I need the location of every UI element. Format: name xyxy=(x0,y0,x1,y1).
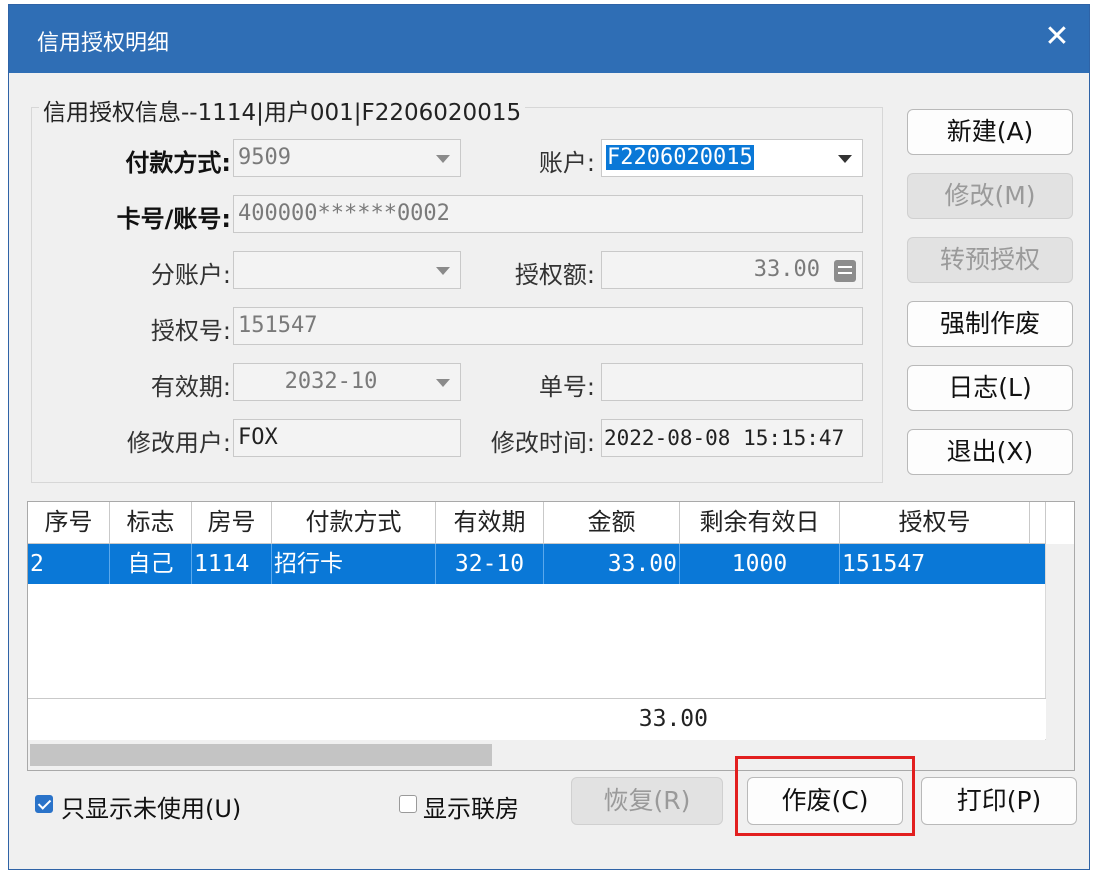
col-header-filler xyxy=(1030,502,1046,544)
dropdown-arrow-icon[interactable] xyxy=(424,364,460,400)
show-linked-label[interactable]: 显示联房 xyxy=(423,789,519,824)
expiry-select[interactable]: 2032-10 xyxy=(233,363,461,401)
cell-auth-no: 151547 xyxy=(842,551,926,577)
auth-amount-label: 授权额: xyxy=(514,261,595,289)
print-button[interactable]: 打印(P) xyxy=(921,777,1077,825)
col-header-room[interactable]: 房号 xyxy=(192,502,272,544)
grid-total-row: 33.00 xyxy=(28,698,1046,739)
cell-flag: 自己 xyxy=(110,544,192,584)
sub-account-select[interactable] xyxy=(233,251,461,289)
col-header-amount[interactable]: 金额 xyxy=(544,502,680,544)
force-void-button[interactable]: 强制作废 xyxy=(907,301,1073,347)
pre-auth-button[interactable]: 转预授权 xyxy=(907,237,1073,283)
auth-amount-field[interactable]: 33.00 xyxy=(601,251,863,289)
auth-grid[interactable]: 序号 标志 房号 付款方式 有效期 金额 剩余有效日 授权号 2 自己 1114… xyxy=(27,501,1075,771)
scrollbar-thumb[interactable] xyxy=(30,744,492,766)
log-button[interactable]: 日志(L) xyxy=(907,365,1073,411)
dropdown-arrow-icon[interactable] xyxy=(424,252,460,288)
cell-seq: 2 xyxy=(28,544,110,584)
total-amount: 33.00 xyxy=(638,706,708,732)
title-bar: 信用授权明细 ✕ xyxy=(9,5,1089,73)
dropdown-arrow-icon[interactable] xyxy=(424,140,460,176)
col-header-seq[interactable]: 序号 xyxy=(28,502,110,544)
account-select[interactable]: F2206020015 xyxy=(601,139,863,177)
cell-expiry: 32-10 xyxy=(436,544,544,584)
close-icon[interactable]: ✕ xyxy=(1039,19,1075,55)
payment-method-select[interactable]: 9509 xyxy=(233,139,461,177)
info-group-legend: 信用授权信息--1114|用户001|F2206020015 xyxy=(39,93,526,127)
highlight-box xyxy=(735,756,915,836)
exit-button[interactable]: 退出(X) xyxy=(907,429,1073,475)
restore-button[interactable]: 恢复(R) xyxy=(571,777,723,825)
edit-button[interactable]: 修改(M) xyxy=(907,173,1073,219)
payment-method-label: 付款方式: xyxy=(125,149,231,177)
col-header-days-left[interactable]: 剩余有效日 xyxy=(680,502,840,544)
calculator-icon[interactable] xyxy=(834,260,856,282)
modify-time-label: 修改时间: xyxy=(490,429,595,457)
modify-user-field[interactable]: FOX xyxy=(233,419,461,457)
modify-user-label: 修改用户: xyxy=(126,429,231,457)
show-linked-checkbox[interactable] xyxy=(399,795,417,813)
vertical-scrollbar[interactable] xyxy=(1045,544,1074,740)
modify-time-field[interactable]: 2022-08-08 15:15:47 xyxy=(601,419,863,457)
col-header-auth-no[interactable]: 授权号 xyxy=(840,502,1030,544)
window-title: 信用授权明细 xyxy=(37,31,170,56)
sub-account-label: 分账户: xyxy=(150,261,231,289)
account-value: F2206020015 xyxy=(606,145,754,170)
cell-amount: 33.00 xyxy=(544,544,680,584)
expiry-label: 有效期: xyxy=(150,373,231,401)
table-row[interactable]: 2 自己 1114 招行卡 32-10 33.00 1000 151547 xyxy=(28,544,1046,584)
card-number-label: 卡号/账号: xyxy=(116,205,231,233)
cell-days-left: 1000 xyxy=(680,544,840,584)
order-number-field[interactable] xyxy=(601,363,863,401)
account-label: 账户: xyxy=(538,149,595,177)
cell-room: 1114 xyxy=(192,544,272,584)
cell-method: 招行卡 xyxy=(272,544,436,584)
dropdown-arrow-icon[interactable] xyxy=(826,140,862,176)
card-number-field[interactable]: 400000******0002 xyxy=(233,195,863,233)
credit-auth-dialog: 信用授权明细 ✕ 信用授权信息--1114|用户001|F2206020015 … xyxy=(8,4,1090,870)
auth-number-field[interactable]: 151547 xyxy=(233,307,863,345)
auth-amount-value: 33.00 xyxy=(753,257,820,282)
col-header-flag[interactable]: 标志 xyxy=(110,502,192,544)
col-header-expiry[interactable]: 有效期 xyxy=(436,502,544,544)
col-header-method[interactable]: 付款方式 xyxy=(272,502,436,544)
only-unused-label[interactable]: 只显示未使用(U) xyxy=(61,789,241,824)
only-unused-checkbox[interactable] xyxy=(35,795,53,813)
new-button[interactable]: 新建(A) xyxy=(907,109,1073,155)
auth-number-label: 授权号: xyxy=(150,317,231,345)
order-number-label: 单号: xyxy=(538,373,595,401)
horizontal-scrollbar[interactable] xyxy=(28,740,1074,770)
payment-method-value: 9509 xyxy=(238,145,291,170)
expiry-value: 2032-10 xyxy=(284,369,378,394)
